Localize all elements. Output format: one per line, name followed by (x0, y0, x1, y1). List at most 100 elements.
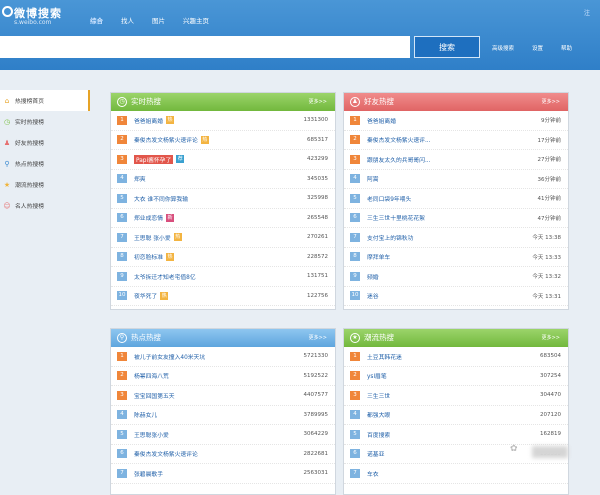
list-item[interactable]: 7 支付宝上的锦秋功 今天 13:38 (344, 228, 568, 248)
topic-link[interactable]: ysl眉笔 (367, 371, 387, 380)
topic-link[interactable]: 爸爸姐离婚 (134, 116, 163, 125)
topic-link[interactable]: 支付宝上的锦秋功 (367, 233, 413, 242)
list-item[interactable]: 9 太爷拆迁才知老宅值8亿 131751 (111, 267, 335, 287)
topic-link[interactable]: 频婚 (367, 272, 379, 281)
nav-all[interactable]: 综合 (82, 15, 111, 25)
topic-link[interactable]: 郑业成恋情 (134, 213, 163, 222)
sidebar-item-hotspot[interactable]: ⚲ 热点热搜榜 (0, 153, 90, 174)
list-item[interactable]: 5 大衣 谁不同你算我输 325998 (111, 189, 335, 209)
sidebar-item-home[interactable]: ⌂ 热搜榜首页 (0, 90, 90, 111)
list-item[interactable]: 8 摩拜单车 今天 13:33 (344, 248, 568, 267)
list-item[interactable]: 3 三生三世 304470 (344, 386, 568, 406)
list-item[interactable]: 7 王思聪 张小爱热 270261 (111, 228, 335, 248)
list-item[interactable]: 10 迷谷 今天 13:31 (344, 287, 568, 306)
topic-link[interactable]: 陈赫女儿 (134, 410, 157, 419)
topic-link[interactable]: 张碧晨歌手 (134, 469, 163, 478)
list-item[interactable]: 1 土豆其韩花迷 683504 (344, 347, 568, 367)
topic-link[interactable]: 都强大眼 (367, 410, 390, 419)
topic-link[interactable]: 王思聪张小爱 (134, 430, 169, 439)
search-button[interactable]: 搜索 (414, 36, 480, 58)
register-link[interactable]: 注 (584, 8, 590, 17)
list-item[interactable]: 9 频婚 今天 13:32 (344, 267, 568, 287)
more-link[interactable]: 更多>> (542, 93, 560, 111)
list-item[interactable]: 4 陈赫女儿 3789995 (111, 406, 335, 425)
topic-link[interactable]: 跟朋友太久的兵哥哥闪... (367, 155, 431, 164)
topic-link[interactable]: 老同口袋9年喂头 (367, 194, 411, 203)
topic-link[interactable]: 迷谷 (367, 291, 379, 300)
list-item[interactable]: 3 跟朋友太久的兵哥哥闪... 27分钟前 (344, 150, 568, 170)
topic-link[interactable]: 宝宝回国第五天 (134, 391, 175, 400)
list-item[interactable]: 4 阿嵩 36分钟前 (344, 170, 568, 189)
list-item[interactable]: 10 夜华死了热 122756 (111, 287, 335, 306)
list-item[interactable]: 1 爸爸姐离婚热 1331300 (111, 111, 335, 131)
list-item[interactable]: 1 被儿子前女友撞入40米天坑 5721330 (111, 347, 335, 367)
topic-link[interactable]: 初恋脸标准 (134, 252, 163, 261)
topic-link[interactable]: 车衣 (367, 469, 379, 478)
topic-link[interactable]: 百度搜索 (367, 430, 390, 439)
topic-value: 207120 (540, 411, 561, 418)
list-item[interactable]: 6 三生三世十里桃花花絮 47分钟前 (344, 209, 568, 228)
topic-link[interactable]: 秦俊杰发文杨紫火速评论 (134, 449, 198, 458)
topic-link[interactable]: 土豆其韩花迷 (367, 352, 402, 361)
nav-people[interactable]: 找人 (113, 15, 142, 25)
sidebar-item-realtime[interactable]: ◷ 实时热搜榜 (0, 111, 90, 132)
list-item[interactable]: 6 秦俊杰发文杨紫火速评论 2822681 (111, 445, 335, 464)
topic-link[interactable]: 诺基亚 (367, 449, 384, 458)
topic-link[interactable]: 被儿子前女友撞入40米天坑 (134, 352, 205, 361)
list-item[interactable]: 1 爸爸姐离婚 9分钟前 (344, 111, 568, 131)
topic-link[interactable]: 夜华死了 (134, 291, 157, 300)
topic-value: 2563031 (303, 470, 329, 477)
list-item[interactable]: 2 ysl眉笔 307254 (344, 367, 568, 386)
rank-number: 2 (117, 371, 127, 381)
list-item[interactable]: 8 初恋脸标准热 228572 (111, 248, 335, 267)
topic-link[interactable]: 杨幂四海八荒 (134, 371, 169, 380)
panel-header: ★ 潮流热搜 更多>> (344, 329, 568, 347)
topic-link[interactable]: 摩拜单车 (367, 252, 390, 261)
topic-link[interactable]: 阿嵩 (367, 174, 379, 183)
nav-interest[interactable]: 兴趣主页 (175, 15, 217, 25)
more-link[interactable]: 更多>> (542, 329, 560, 347)
topic-value: 345035 (307, 175, 328, 182)
nav-images[interactable]: 图片 (144, 15, 173, 25)
sidebar-item-label: 实时热搜榜 (15, 120, 44, 126)
rank-number: 2 (350, 135, 360, 145)
sidebar-item-trend[interactable]: ★ 潮流热搜榜 (0, 174, 90, 195)
list-item[interactable]: 7 张碧晨歌手 2563031 (111, 464, 335, 484)
list-item[interactable]: 2 秦俊杰发文杨紫火速评论热 685317 (111, 131, 335, 150)
list-item[interactable]: 2 杨幂四海八荒 5192522 (111, 367, 335, 386)
topic-link[interactable]: 三生三世 (367, 391, 390, 400)
sidebar-item-friends[interactable]: ♟ 好友热搜榜 (0, 132, 90, 153)
topic-link[interactable]: 大衣 谁不同你算我输 (134, 194, 188, 203)
topic-link[interactable]: 秦俊杰发文杨紫火速评论 (134, 135, 198, 144)
list-item[interactable]: 5 老同口袋9年喂头 41分钟前 (344, 189, 568, 209)
list-item[interactable]: 3 Papi酱怀孕了荐 423299 (111, 150, 335, 170)
list-item[interactable]: 4 郑爽 345035 (111, 170, 335, 189)
more-link[interactable]: 更多>> (309, 329, 327, 347)
logo[interactable]: 微博搜索 s.weibo.com (2, 4, 82, 32)
topic-link[interactable]: Papi酱怀孕了 (134, 154, 174, 164)
advanced-search-link[interactable]: 高级搜索 (492, 44, 514, 52)
topic-link[interactable]: 秦俊杰发文杨紫火速评... (367, 135, 431, 144)
sidebar-item-celebrity[interactable]: ☺ 名人热搜榜 (0, 195, 90, 216)
list-item[interactable]: 4 都强大眼 207120 (344, 406, 568, 425)
topic-link[interactable]: 太爷拆迁才知老宅值8亿 (134, 272, 196, 281)
list-item[interactable]: 6 郑业成恋情新 265548 (111, 209, 335, 228)
topic-link[interactable]: 三生三世十里桃花花絮 (367, 213, 425, 222)
sidebar: ⌂ 热搜榜首页 ◷ 实时热搜榜 ♟ 好友热搜榜 ⚲ 热点热搜榜 ★ 潮流热搜榜 ☺ 名人热搜… (0, 90, 90, 216)
panel-title: 好友热搜 (364, 97, 394, 106)
search-input[interactable] (0, 36, 410, 58)
settings-link[interactable]: 设置 (532, 44, 543, 52)
list-item[interactable]: 3 宝宝回国第五天 4407577 (111, 386, 335, 406)
topic-link[interactable]: 爸爸姐离婚 (367, 116, 396, 125)
topic-link[interactable]: 郑爽 (134, 174, 146, 183)
more-link[interactable]: 更多>> (309, 93, 327, 111)
topic-link[interactable]: 王思聪 张小爱 (134, 233, 171, 242)
topic-badge: 热 (166, 252, 174, 261)
list-item[interactable]: 2 秦俊杰发文杨紫火速评... 17分钟前 (344, 131, 568, 150)
list-item[interactable]: 5 王思聪张小爱 3064229 (111, 425, 335, 445)
panel-title: 热点热搜 (131, 333, 161, 342)
help-link[interactable]: 帮助 (561, 44, 572, 52)
topic-badge: 新 (166, 213, 174, 222)
blurred-text (532, 446, 568, 458)
list-item[interactable]: 7 车衣 (344, 464, 568, 484)
